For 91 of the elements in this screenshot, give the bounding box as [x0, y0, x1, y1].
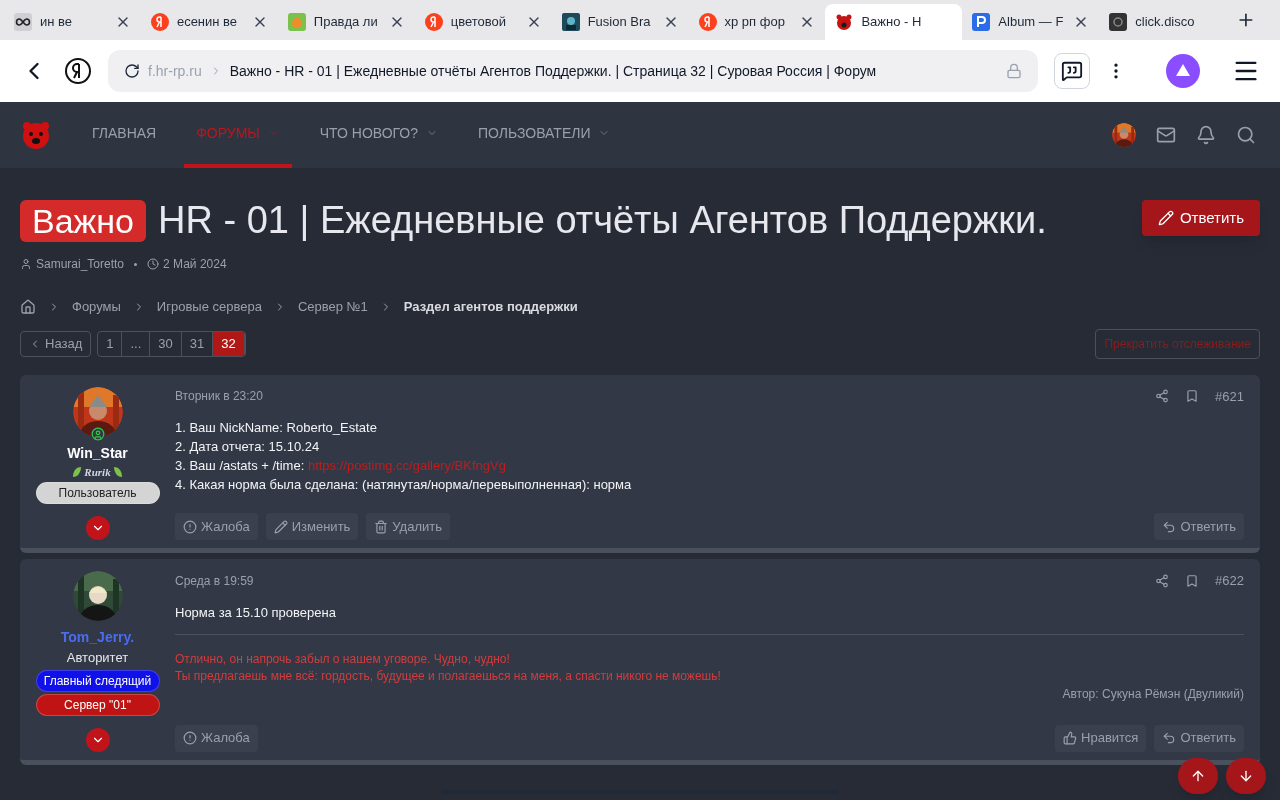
chat-icon[interactable]: [1054, 53, 1090, 89]
thread-date[interactable]: 2 Май 2024: [163, 255, 227, 273]
expand-button[interactable]: [85, 516, 110, 540]
clan-name: Rurik: [84, 464, 111, 480]
reply-icon: [1162, 731, 1177, 745]
post-date[interactable]: Среда в 19:59: [175, 571, 254, 590]
browser-tab[interactable]: цветовой: [414, 4, 552, 40]
signature-text: Отлично, он напрочь забыл о нашем уговоре. Чудно, чудно!: [175, 650, 511, 668]
lock-icon: [1006, 63, 1022, 79]
breadcrumb-link[interactable]: Игровые сервера: [156, 297, 262, 317]
author-link[interactable]: Samurai_Toretto: [36, 255, 125, 273]
thumbs-up-icon: [1063, 731, 1078, 745]
clock-icon: [147, 258, 160, 270]
post-text: Норма за 15.10 проверена: [175, 603, 337, 622]
page-link[interactable]: 1: [98, 331, 123, 356]
signature-author: Автор: Сукуна Рёмэн (Двуликий): [1062, 685, 1244, 703]
nav-tab[interactable]: ГЛАВНАЯ: [80, 102, 169, 168]
nav-tab[interactable]: ПОЛЬЗОВАТЕЛИ: [466, 102, 623, 168]
page-link[interactable]: 32: [213, 331, 245, 356]
leaf-icon: [112, 465, 123, 478]
username[interactable]: Win_Star: [67, 442, 128, 464]
share-icon[interactable]: [1155, 573, 1170, 588]
bear-logo-icon[interactable]: [20, 119, 52, 151]
yandex-logo-icon[interactable]: [64, 57, 92, 85]
p-icon: [972, 13, 991, 31]
post-text: 1. Ваш NickName: Roberto_Estate: [175, 419, 378, 437]
reply-icon: [1162, 519, 1177, 534]
pencil-icon: [1157, 210, 1174, 226]
bookmark-icon[interactable]: [1185, 389, 1200, 404]
browser-tab[interactable]: Album — F: [962, 4, 1100, 40]
browser-tab[interactable]: ин ве: [4, 4, 141, 40]
browser-tab[interactable]: click.disco: [1099, 4, 1237, 40]
delete-button[interactable]: Удалить: [366, 513, 450, 540]
breadcrumb-link[interactable]: Форумы: [72, 297, 121, 317]
share-icon[interactable]: [1155, 389, 1170, 404]
leaf-icon: [72, 465, 83, 478]
post-text: 4. Какая норма была сделана: (натянутая/норма/перевыполненная): норма: [175, 476, 633, 494]
scroll-up-button[interactable]: [1178, 758, 1218, 794]
alert-icon: [183, 519, 197, 534]
fruit-icon: [287, 13, 306, 31]
address-field[interactable]: f.hr-rp.ru Важно - HR - 01 | Ежедневные отчёты Агентов Поддержки. | Страница 32 | Суровая Россия | Форум: [108, 50, 1038, 92]
breadcrumb-link[interactable]: Сервер №1: [297, 297, 368, 317]
yandex-icon: [150, 13, 169, 31]
app-icon: [1109, 13, 1128, 31]
browser-tab[interactable]: Правда ли: [277, 4, 415, 40]
pencil-icon: [273, 519, 288, 534]
post-number[interactable]: #622: [1215, 571, 1244, 591]
report-button[interactable]: Жалоба: [175, 724, 258, 752]
browser-tab[interactable]: Важно - Н: [825, 4, 963, 40]
mail-icon[interactable]: [1156, 125, 1176, 145]
alert-icon: [183, 731, 197, 745]
yandex-icon: [424, 13, 443, 31]
page-link[interactable]: 30: [150, 331, 182, 356]
like-button[interactable]: Нравится: [1055, 724, 1147, 752]
game-icon: [561, 13, 580, 31]
scroll-down-button[interactable]: [1226, 758, 1266, 794]
post-number[interactable]: #621: [1215, 386, 1244, 406]
reply-button[interactable]: Ответить: [1154, 513, 1244, 540]
user-banner: Главный следящий: [35, 669, 160, 692]
assistant-icon[interactable]: [1166, 54, 1200, 88]
reply-button[interactable]: Ответить: [1141, 200, 1260, 236]
nav-tab[interactable]: ЧТО НОВОГО?: [307, 102, 450, 168]
post-date[interactable]: Вторник в 23:20: [175, 387, 263, 406]
search-icon[interactable]: [1236, 125, 1256, 145]
reply-button[interactable]: Ответить: [1154, 724, 1244, 752]
breadcrumb-link[interactable]: Раздел агентов поддержки: [403, 297, 578, 317]
page-link[interactable]: ...: [122, 331, 151, 356]
bell-icon[interactable]: [1196, 125, 1216, 145]
reload-icon[interactable]: [124, 63, 140, 79]
report-button[interactable]: Жалоба: [175, 513, 258, 540]
browser-tab[interactable]: есенин ве: [140, 4, 278, 40]
back-button[interactable]: Назад: [20, 330, 92, 357]
expand-button[interactable]: [85, 727, 110, 752]
user-icon: [20, 258, 32, 270]
yandex-icon: [698, 13, 717, 31]
edit-button[interactable]: Изменить: [265, 513, 359, 540]
user-banner: Пользователь: [35, 482, 160, 504]
prefix-label[interactable]: Важно: [20, 199, 147, 242]
bear-logo-icon: [835, 13, 854, 31]
infinity-icon: [14, 13, 32, 31]
signature-text: Ты предлагаешь мне всё: гордость, будущее и полагаешься на меня, а спасти никого не можешь!: [175, 667, 722, 685]
user-banner: Сервер "01": [35, 693, 160, 716]
user-title: Авторитет: [66, 649, 129, 667]
post-text: 3. Ваш /astats + /time: https://postimg.cc/gallery/BKfngVg: [175, 457, 507, 475]
home-icon[interactable]: [20, 298, 36, 315]
post-text: 2. Дата отчета: 15.10.24: [175, 438, 321, 456]
browser-tab[interactable]: Fusion Bra: [551, 4, 689, 40]
trash-icon: [374, 519, 389, 534]
thread-title: HR - 01 | Ежедневные отчёты Агентов Поддержки.: [158, 198, 1047, 243]
bookmark-icon[interactable]: [1185, 573, 1200, 588]
browser-tab[interactable]: хр рп фор: [688, 4, 826, 40]
